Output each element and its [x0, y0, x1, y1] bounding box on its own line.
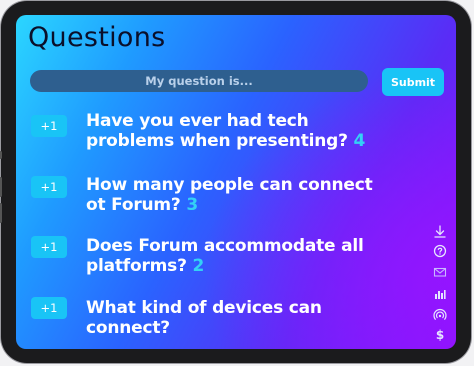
vote-count: 2 — [192, 256, 205, 276]
app-screen: Questions Submit +1 Have you ever had te… — [16, 15, 456, 349]
question-line: problems when presenting? — [86, 131, 348, 151]
submit-button[interactable]: Submit — [382, 68, 444, 96]
vote-count: 3 — [186, 195, 198, 215]
page-title: Questions — [28, 22, 166, 53]
help-icon[interactable] — [432, 243, 448, 259]
download-icon[interactable] — [432, 224, 448, 240]
mail-icon[interactable] — [432, 264, 448, 280]
question-text: Have you ever had tech problems when pre… — [86, 111, 426, 151]
question-line: Does Forum accommodate all — [86, 236, 364, 256]
device-volume-down — [0, 203, 2, 223]
question-line: platforms? — [86, 256, 187, 276]
upvote-button[interactable]: +1 — [31, 115, 67, 137]
upvote-button[interactable]: +1 — [31, 176, 67, 198]
dollar-icon[interactable]: $ — [432, 327, 448, 343]
upvote-button[interactable]: +1 — [31, 236, 67, 258]
question-input[interactable] — [30, 70, 368, 92]
device-side-button — [0, 151, 2, 159]
question-line: What kind of devices can — [86, 298, 322, 318]
vote-count: 4 — [353, 131, 366, 151]
question-line: Have you ever had tech — [86, 111, 309, 131]
question-line: How many people can connect — [86, 175, 373, 195]
question-text: Does Forum accommodate all platforms? 2 — [86, 236, 426, 276]
question-line: connect? — [86, 318, 170, 338]
question-text: How many people can connect ot Forum? 3 — [86, 175, 426, 215]
upvote-button[interactable]: +1 — [31, 297, 67, 319]
broadcast-icon[interactable] — [432, 307, 448, 323]
question-line: ot Forum? — [86, 195, 181, 215]
tablet-frame: Questions Submit +1 Have you ever had te… — [0, 1, 471, 363]
device-volume-up — [0, 177, 2, 197]
bar-chart-icon[interactable] — [432, 286, 448, 302]
question-text: What kind of devices can connect? — [86, 298, 426, 338]
